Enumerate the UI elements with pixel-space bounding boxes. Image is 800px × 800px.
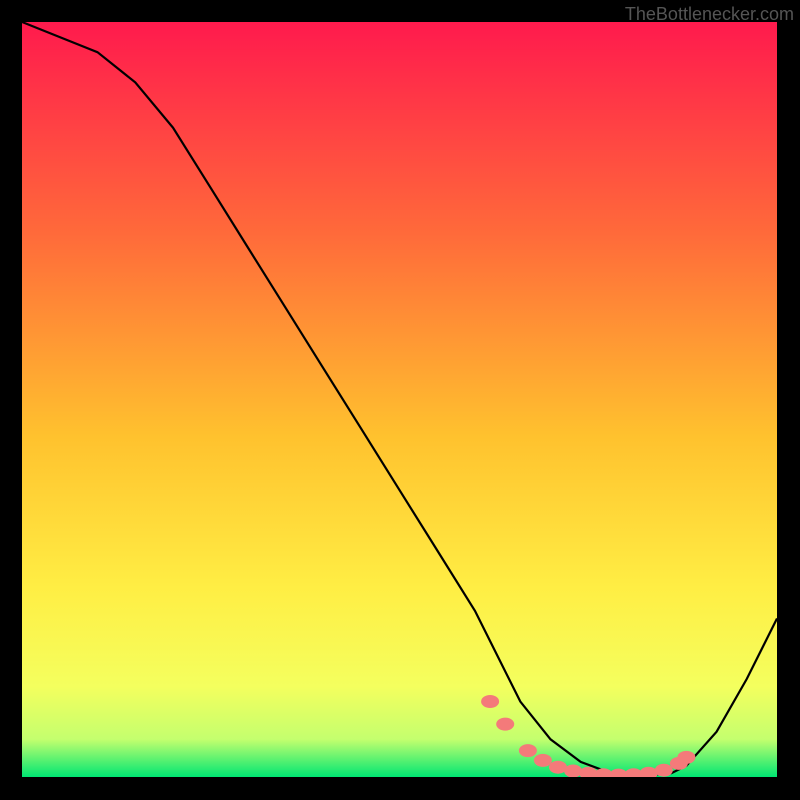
highlight-dot	[481, 695, 499, 708]
highlight-dot	[496, 718, 514, 731]
plot-area	[22, 22, 777, 777]
highlight-dot	[677, 751, 695, 764]
chart-container: TheBottlenecker.com	[0, 0, 800, 800]
highlight-dot	[534, 754, 552, 767]
highlight-dot	[655, 764, 673, 777]
highlight-dot	[564, 765, 582, 778]
highlight-dot	[640, 767, 658, 777]
highlight-dots	[22, 22, 777, 777]
highlight-dot	[519, 744, 537, 757]
